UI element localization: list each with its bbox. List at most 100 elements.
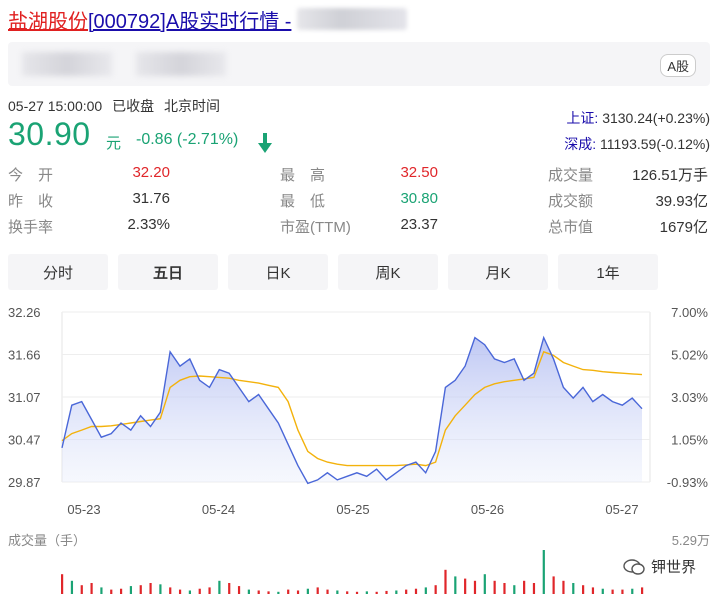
price-unit: 元 (106, 135, 122, 152)
volume-bar (611, 589, 614, 594)
status-state: 已收盘 (112, 98, 155, 114)
stat-value: 30.80 (400, 190, 438, 207)
tab-5[interactable]: 1年 (558, 254, 658, 290)
volume-bar (336, 590, 339, 594)
volume-bar (365, 591, 368, 594)
status-line: 05-27 15:00:00 已收盘 北京时间 (8, 96, 226, 116)
stock-code-link[interactable]: [000792]A股实时行情 - (88, 5, 291, 34)
index-shanghai: 上证: 3130.24(+0.23%) (566, 108, 710, 128)
price-area (62, 337, 642, 484)
a-share-badge[interactable]: A股 (660, 54, 696, 77)
tab-4[interactable]: 月K (448, 254, 548, 290)
y-pct-tick-label: 5.02% (671, 348, 708, 363)
volume-bar (178, 589, 182, 594)
volume-bar (159, 584, 162, 594)
volume-bar (257, 590, 260, 594)
blurred-region (136, 52, 226, 76)
x-tick-label: 05-23 (67, 502, 100, 517)
tab-2[interactable]: 日K (228, 254, 328, 290)
chart-tabs: 分时 五日 日K 周K 月K 1年 (8, 254, 710, 290)
current-price: 30.90 (8, 116, 91, 152)
volume-bar (149, 583, 152, 594)
arrow-down-icon (258, 133, 272, 153)
volume-bar (582, 585, 585, 594)
y-pct-tick-label: 3.03% (671, 390, 708, 405)
volume-bar (70, 580, 74, 594)
index-shenzhen: 深成: 11193.59(-0.12%) (564, 134, 710, 154)
volume-chart (61, 550, 644, 594)
stat-label: 昨 收 (8, 193, 54, 210)
price-change: -0.86 (-2.71%) (136, 131, 239, 148)
volume-bar (405, 589, 408, 594)
volume-bar (228, 583, 231, 594)
index-name: 深成: (564, 136, 597, 152)
volume-bar (434, 585, 437, 594)
volume-bar (208, 587, 211, 594)
volume-bar (562, 580, 565, 594)
volume-bar (61, 574, 64, 594)
page-title: 盐湖股份 [000792]A股实时行情 - (8, 4, 408, 34)
y-tick-label: 32.26 (8, 305, 41, 320)
volume-bar (247, 589, 250, 594)
volume-bar (169, 587, 172, 594)
volume-bar (532, 583, 536, 594)
stat-value: 23.37 (400, 216, 438, 233)
volume-bar (631, 588, 634, 594)
status-datetime: 05-27 15:00:00 (8, 98, 103, 114)
volume-bar (129, 586, 133, 594)
stat-label: 总市值 (548, 219, 594, 236)
volume-bar (385, 590, 388, 594)
stat-value: 32.50 (400, 164, 438, 181)
volume-bar (90, 583, 93, 594)
volume-bar (237, 586, 241, 594)
volume-bar (424, 587, 427, 594)
volume-bar (572, 583, 575, 594)
watermark: 钾世界 (623, 556, 696, 577)
stock-name-link[interactable]: 盐湖股份 (8, 5, 88, 34)
stock-info-box: A股 (8, 42, 710, 86)
y-pct-tick-label: 7.00% (671, 305, 708, 320)
volume-bar (80, 585, 83, 594)
volume-bar (552, 576, 555, 594)
y-pct-tick-label: 1.05% (671, 433, 708, 448)
stat-value: 126.51万手 (632, 167, 708, 184)
index-value: 11193.59(-0.12%) (600, 136, 710, 152)
watermark-text: 钾世界 (650, 559, 696, 576)
volume-bar (287, 589, 290, 594)
x-tick-label: 05-25 (336, 502, 369, 517)
y-tick-label: 30.47 (8, 433, 41, 448)
y-pct-tick-label: -0.93% (667, 475, 709, 490)
volume-bar (444, 569, 447, 594)
stat-value: 31.76 (132, 190, 170, 207)
stat-value: 39.93亿 (655, 193, 708, 210)
volume-bar (464, 578, 467, 594)
stat-label: 最 低 (280, 193, 326, 210)
stat-label: 成交量 (548, 167, 594, 184)
volume-bar (119, 588, 123, 594)
volume-bar (641, 587, 644, 594)
volume-bar (591, 587, 595, 594)
volume-bar (375, 591, 378, 594)
index-name: 上证: (566, 110, 599, 126)
volume-bar (621, 589, 624, 594)
volume-bar (346, 591, 349, 594)
volume-bar (100, 587, 103, 594)
volume-bar (355, 591, 359, 594)
volume-bar (473, 580, 477, 594)
y-tick-label: 31.66 (8, 348, 41, 363)
tab-3[interactable]: 周K (338, 254, 438, 290)
volume-bar (523, 580, 526, 594)
index-value: 3130.24(+0.23%) (602, 110, 710, 126)
volume-bar (395, 590, 398, 594)
volume-bar (218, 580, 221, 594)
volume-bar (513, 585, 516, 594)
tab-1[interactable]: 五日 (118, 254, 218, 290)
tab-0[interactable]: 分时 (8, 254, 108, 290)
x-tick-label: 05-26 (471, 502, 504, 517)
volume-bar (306, 588, 309, 594)
volume-bar (542, 550, 545, 594)
stat-label: 换手率 (8, 219, 54, 236)
five-day-chart[interactable]: 32.26 7.00% 31.66 5.02% 31.07 3.03% 30.47 1.05%… (0, 296, 718, 528)
x-tick-label: 05-24 (202, 502, 235, 517)
status-zone: 北京时间 (163, 98, 220, 114)
